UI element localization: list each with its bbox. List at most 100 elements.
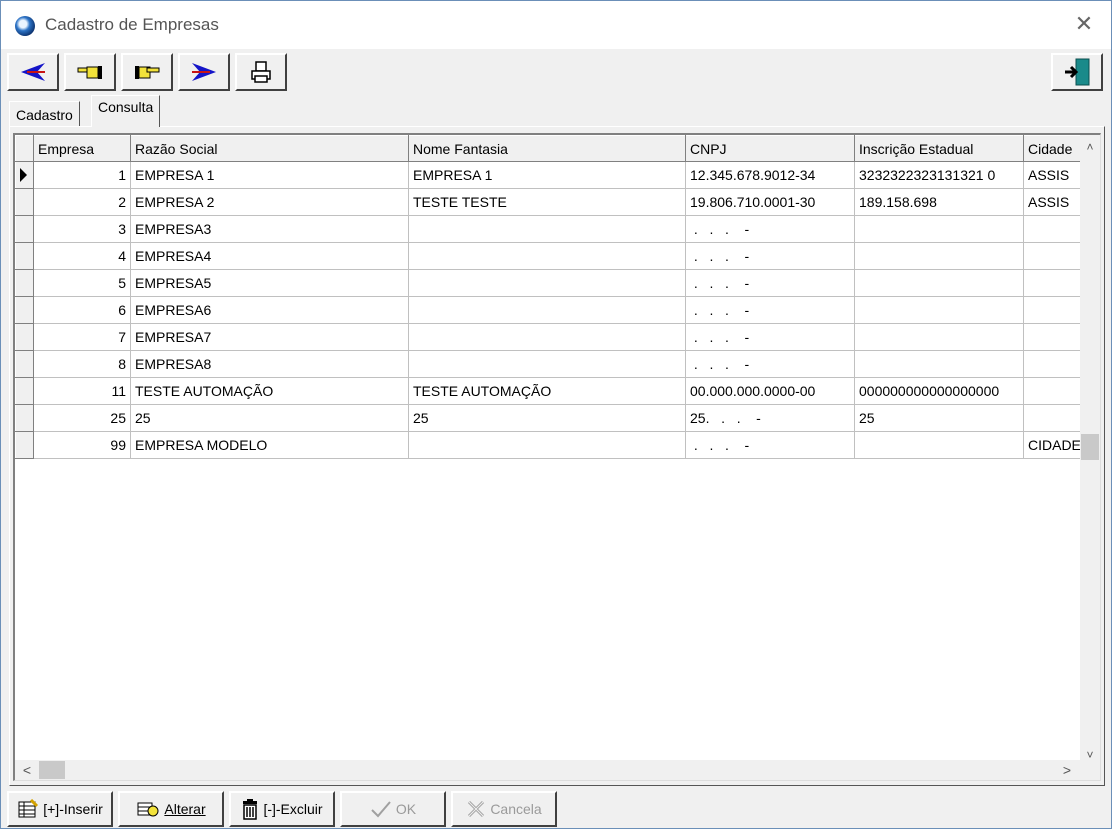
cell-cidade[interactable] (1023, 350, 1086, 378)
cell-inscricao-estadual[interactable] (854, 242, 1024, 270)
edit-button[interactable]: Alterar (118, 791, 224, 827)
cell-empresa[interactable]: 7 (33, 323, 131, 351)
cell-nome-fantasia[interactable] (408, 431, 686, 459)
table-row[interactable]: 2 EMPRESA 2 TESTE TESTE 19.806.710.0001-30 1… (15, 188, 1086, 216)
cell-razao-social[interactable]: EMPRESA5 (130, 269, 409, 297)
vertical-scrollbar[interactable]: ˄ ˅ (1080, 135, 1100, 765)
cell-empresa[interactable]: 8 (33, 350, 131, 378)
cell-cidade[interactable] (1023, 377, 1086, 405)
cell-cnpj[interactable]: . . . - (685, 431, 855, 459)
cell-razao-social[interactable]: EMPRESA6 (130, 296, 409, 324)
cell-razao-social[interactable]: 25 (130, 404, 409, 432)
table-row[interactable]: 3 EMPRESA3 . . . - (15, 215, 1086, 243)
cell-nome-fantasia[interactable]: TESTE TESTE (408, 188, 686, 216)
column-header-cnpj[interactable]: CNPJ (685, 135, 855, 162)
table-row[interactable]: 6 EMPRESA6 . . . - (15, 296, 1086, 324)
cell-cidade[interactable] (1023, 404, 1086, 432)
cell-cnpj[interactable]: 12.345.678.9012-34 (685, 161, 855, 189)
row-indicator[interactable] (15, 296, 34, 324)
table-row[interactable]: 8 EMPRESA8 . . . - (15, 350, 1086, 378)
horizontal-scroll-thumb[interactable] (39, 761, 65, 779)
cell-cnpj[interactable]: . . . - (685, 323, 855, 351)
cell-nome-fantasia[interactable] (408, 242, 686, 270)
cell-cidade[interactable]: ASSIS (1023, 161, 1086, 189)
cell-nome-fantasia[interactable]: EMPRESA 1 (408, 161, 686, 189)
insert-button[interactable]: [+]-Inserir (7, 791, 113, 827)
row-indicator[interactable] (15, 431, 34, 459)
scroll-left-button[interactable]: < (17, 760, 37, 780)
row-indicator[interactable] (15, 161, 34, 189)
last-record-button[interactable] (178, 53, 230, 91)
exit-button[interactable] (1051, 53, 1103, 91)
cell-empresa[interactable]: 99 (33, 431, 131, 459)
cell-nome-fantasia[interactable]: TESTE AUTOMAÇÃO (408, 377, 686, 405)
cell-nome-fantasia[interactable] (408, 323, 686, 351)
cell-razao-social[interactable]: EMPRESA3 (130, 215, 409, 243)
row-indicator[interactable] (15, 215, 34, 243)
cell-empresa[interactable]: 25 (33, 404, 131, 432)
cell-cnpj[interactable]: . . . - (685, 296, 855, 324)
cell-inscricao-estadual[interactable]: 189.158.698 (854, 188, 1024, 216)
cell-cnpj[interactable]: 19.806.710.0001-30 (685, 188, 855, 216)
table-row[interactable]: 1 EMPRESA 1 EMPRESA 1 12.345.678.9012-34 323… (15, 161, 1086, 189)
cell-empresa[interactable]: 6 (33, 296, 131, 324)
cell-cnpj[interactable]: . . . - (685, 215, 855, 243)
cell-cidade[interactable] (1023, 269, 1086, 297)
table-row[interactable]: 7 EMPRESA7 . . . - (15, 323, 1086, 351)
cell-cnpj[interactable]: . . . - (685, 269, 855, 297)
column-header-inscricao-estadual[interactable]: Inscrição Estadual (854, 135, 1024, 162)
row-indicator[interactable] (15, 323, 34, 351)
cell-razao-social[interactable]: EMPRESA7 (130, 323, 409, 351)
cell-razao-social[interactable]: EMPRESA8 (130, 350, 409, 378)
tab-consulta[interactable]: Consulta (91, 95, 161, 127)
cell-cnpj[interactable]: 25. . . - (685, 404, 855, 432)
ok-button[interactable]: OK (340, 791, 446, 827)
cell-cnpj[interactable]: . . . - (685, 242, 855, 270)
data-grid[interactable]: Empresa Razão Social Nome Fantasia CNPJ … (13, 133, 1101, 781)
row-indicator[interactable] (15, 377, 34, 405)
cell-razao-social[interactable]: TESTE AUTOMAÇÃO (130, 377, 409, 405)
column-header-cidade[interactable]: Cidade (1023, 135, 1086, 162)
cell-cidade[interactable]: ASSIS (1023, 188, 1086, 216)
cell-inscricao-estadual[interactable]: 000000000000000000 (854, 377, 1024, 405)
horizontal-scrollbar[interactable]: < > (15, 760, 1100, 780)
column-header-empresa[interactable]: Empresa (33, 135, 131, 162)
table-row[interactable]: 4 EMPRESA4 . . . - (15, 242, 1086, 270)
cell-empresa[interactable]: 1 (33, 161, 131, 189)
cell-nome-fantasia[interactable] (408, 269, 686, 297)
table-row[interactable]: 99 EMPRESA MODELO . . . - CIDADE (15, 431, 1086, 459)
cell-razao-social[interactable]: EMPRESA 2 (130, 188, 409, 216)
tab-cadastro[interactable]: Cadastro (9, 101, 80, 127)
row-indicator[interactable] (15, 350, 34, 378)
cell-empresa[interactable]: 4 (33, 242, 131, 270)
row-indicator[interactable] (15, 242, 34, 270)
cell-nome-fantasia[interactable] (408, 350, 686, 378)
cell-inscricao-estadual[interactable] (854, 269, 1024, 297)
cell-nome-fantasia[interactable] (408, 296, 686, 324)
cell-empresa[interactable]: 11 (33, 377, 131, 405)
table-row[interactable]: 5 EMPRESA5 . . . - (15, 269, 1086, 297)
cell-inscricao-estadual[interactable]: 3232322323131321 0 (854, 161, 1024, 189)
cell-nome-fantasia[interactable] (408, 215, 686, 243)
cancel-button[interactable]: Cancela (451, 791, 557, 827)
cell-inscricao-estadual[interactable] (854, 296, 1024, 324)
cell-inscricao-estadual[interactable]: 25 (854, 404, 1024, 432)
cell-inscricao-estadual[interactable] (854, 323, 1024, 351)
cell-razao-social[interactable]: EMPRESA MODELO (130, 431, 409, 459)
cell-inscricao-estadual[interactable] (854, 350, 1024, 378)
table-row[interactable]: 25 25 25 25. . . -25 (15, 404, 1086, 432)
next-record-button[interactable] (121, 53, 173, 91)
cell-cidade[interactable] (1023, 296, 1086, 324)
column-header-nome-fantasia[interactable]: Nome Fantasia (408, 135, 686, 162)
print-button[interactable] (235, 53, 287, 91)
scroll-right-button[interactable]: > (1057, 760, 1077, 780)
cell-cnpj[interactable]: 00.000.000.0000-00 (685, 377, 855, 405)
cell-razao-social[interactable]: EMPRESA 1 (130, 161, 409, 189)
row-indicator[interactable] (15, 269, 34, 297)
column-header-razao-social[interactable]: Razão Social (130, 135, 409, 162)
cell-inscricao-estadual[interactable] (854, 215, 1024, 243)
cell-cnpj[interactable]: . . . - (685, 350, 855, 378)
cell-cidade[interactable] (1023, 242, 1086, 270)
cell-cidade[interactable] (1023, 215, 1086, 243)
cell-empresa[interactable]: 2 (33, 188, 131, 216)
